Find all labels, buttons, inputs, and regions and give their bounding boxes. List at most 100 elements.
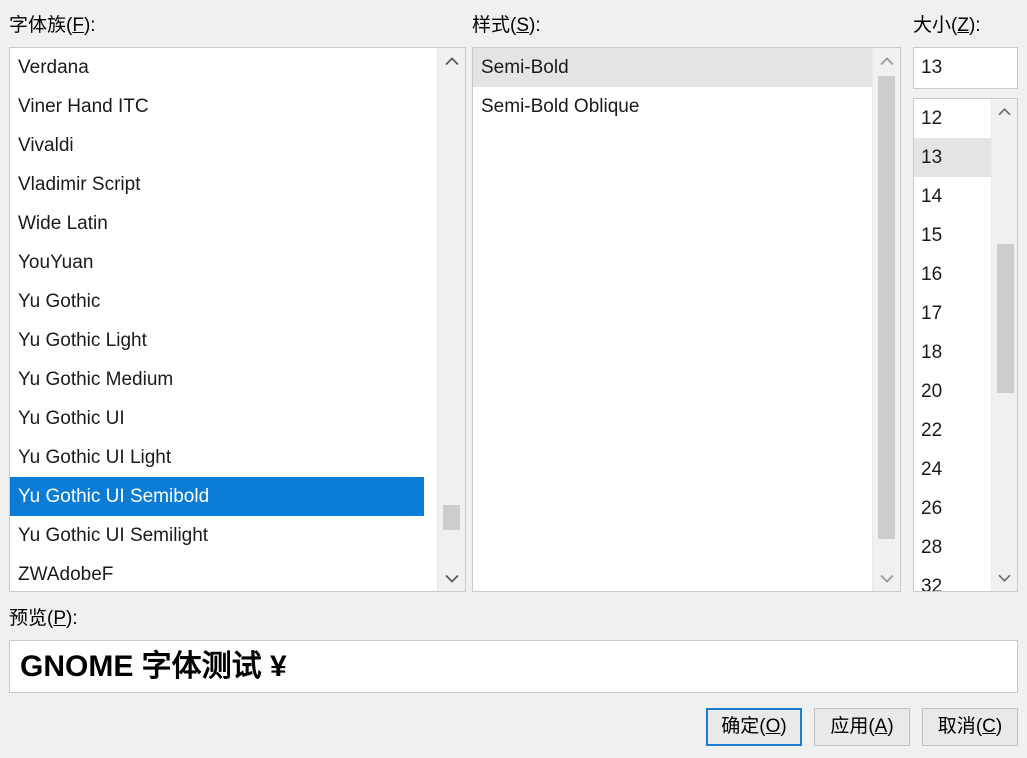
- list-item[interactable]: Vladimir Script: [10, 165, 437, 204]
- list-item[interactable]: Semi-Bold Oblique: [473, 87, 872, 126]
- apply-button[interactable]: 应用(A): [814, 708, 910, 746]
- font-size-scrollbar[interactable]: [991, 99, 1017, 591]
- list-item-label: 18: [921, 342, 943, 363]
- list-item-label: YouYuan: [18, 252, 94, 273]
- font-size-scrollbar-thumb[interactable]: [997, 243, 1014, 394]
- list-item[interactable]: 15: [914, 216, 991, 255]
- list-item-label: 28: [921, 537, 943, 558]
- font-style-scrollbar-thumb[interactable]: [878, 76, 895, 539]
- list-item-label: Vivaldi: [18, 135, 74, 156]
- chevron-down-icon[interactable]: [873, 565, 900, 591]
- mnemonic-letter: S: [516, 15, 530, 36]
- list-item[interactable]: Yu Gothic UI Semilight: [10, 516, 437, 555]
- font-size-list[interactable]: 12 13 14 15 16 17 18 20 22 24 26 28 32: [913, 98, 1018, 592]
- list-item[interactable]: Yu Gothic Light: [10, 321, 437, 360]
- list-item[interactable]: 18: [914, 333, 991, 372]
- list-item-label: Vladimir Script: [18, 174, 141, 195]
- list-item[interactable]: 22: [914, 411, 991, 450]
- list-item-label: 22: [921, 420, 943, 441]
- list-item-label: Wide Latin: [18, 213, 108, 234]
- list-item[interactable]: Semi-Bold: [473, 48, 872, 87]
- list-item-label: Yu Gothic UI: [18, 408, 125, 429]
- list-item[interactable]: YouYuan: [10, 243, 437, 282]
- list-item-label: Yu Gothic: [18, 291, 101, 312]
- list-item[interactable]: 28: [914, 528, 991, 567]
- list-item[interactable]: 16: [914, 255, 991, 294]
- list-item-label: Semi-Bold Oblique: [481, 96, 640, 117]
- list-item-label: 24: [921, 459, 943, 480]
- list-item[interactable]: 13: [914, 138, 991, 177]
- font-size-input[interactable]: [913, 47, 1018, 89]
- chevron-down-icon[interactable]: [438, 565, 465, 591]
- mnemonic-letter: F: [72, 15, 84, 36]
- list-item[interactable]: Yu Gothic UI Light: [10, 438, 437, 477]
- list-item-label: 17: [921, 303, 943, 324]
- mnemonic-letter: C: [982, 716, 996, 737]
- list-item[interactable]: 14: [914, 177, 991, 216]
- mnemonic-letter: A: [874, 716, 888, 737]
- list-item-label: 16: [921, 264, 943, 285]
- label-text: 大小: [913, 15, 952, 36]
- list-item-label: 20: [921, 381, 943, 402]
- font-style-list[interactable]: Semi-Bold Semi-Bold Oblique: [472, 47, 901, 592]
- chevron-up-icon[interactable]: [438, 48, 465, 74]
- list-item[interactable]: Wide Latin: [10, 204, 437, 243]
- chevron-up-icon[interactable]: [873, 48, 900, 74]
- list-item-label: ZWAdobeF: [18, 564, 114, 585]
- font-family-scrollbar-thumb[interactable]: [443, 505, 460, 530]
- font-family-list[interactable]: Verdana Viner Hand ITC Vivaldi Vladimir Scr…: [9, 47, 466, 592]
- list-item[interactable]: Yu Gothic Medium: [10, 360, 437, 399]
- list-item-label: Semi-Bold: [481, 57, 569, 78]
- button-label: 取消: [937, 716, 976, 737]
- list-item[interactable]: 12: [914, 99, 991, 138]
- list-item-label: 12: [921, 108, 943, 129]
- mnemonic-letter: O: [765, 716, 781, 737]
- font-style-list-viewport[interactable]: Semi-Bold Semi-Bold Oblique: [473, 48, 872, 591]
- mnemonic-letter: Z: [957, 15, 969, 36]
- button-label: 应用: [830, 716, 869, 737]
- list-item[interactable]: 17: [914, 294, 991, 333]
- list-item-label: Yu Gothic UI Semilight: [18, 525, 209, 546]
- list-item[interactable]: Viner Hand ITC: [10, 87, 437, 126]
- label-text: 样式: [472, 15, 511, 36]
- list-item-label: 26: [921, 498, 943, 519]
- font-family-label: 字体族(F):: [9, 15, 96, 36]
- list-item-label: 32: [921, 576, 943, 591]
- dialog-button-row: 确定(O) 应用(A) 取消(C): [706, 708, 1018, 746]
- list-item[interactable]: Yu Gothic UI: [10, 399, 437, 438]
- preview-box[interactable]: GNOME 字体测试 ¥: [9, 640, 1018, 693]
- list-item[interactable]: Vivaldi: [10, 126, 437, 165]
- list-item[interactable]: ZWAdobeF: [10, 555, 437, 591]
- font-style-scrollbar[interactable]: [872, 48, 900, 591]
- list-item[interactable]: Verdana: [10, 48, 437, 87]
- label-text: 字体族: [9, 15, 67, 36]
- list-item-label: Viner Hand ITC: [18, 96, 149, 117]
- preview-text: GNOME 字体测试 ¥: [20, 649, 287, 683]
- font-family-list-viewport[interactable]: Verdana Viner Hand ITC Vivaldi Vladimir Scr…: [10, 48, 437, 591]
- font-size-label: 大小(Z):: [913, 15, 981, 36]
- list-item[interactable]: 32: [914, 567, 991, 591]
- list-item-label: 14: [921, 186, 943, 207]
- list-item[interactable]: 24: [914, 450, 991, 489]
- list-item-label: Yu Gothic Light: [18, 330, 147, 351]
- font-size-list-viewport[interactable]: 12 13 14 15 16 17 18 20 22 24 26 28 32: [914, 99, 991, 591]
- label-text: 预览: [9, 608, 48, 629]
- list-item-label: Yu Gothic UI Semibold: [18, 486, 210, 507]
- chevron-up-icon[interactable]: [992, 99, 1017, 125]
- list-item[interactable]: Yu Gothic UI Semibold: [10, 477, 424, 516]
- list-item-label: Yu Gothic Medium: [18, 369, 174, 390]
- chevron-down-icon[interactable]: [992, 565, 1017, 591]
- list-item[interactable]: Yu Gothic: [10, 282, 437, 321]
- cancel-button[interactable]: 取消(C): [922, 708, 1018, 746]
- mnemonic-letter: P: [53, 608, 67, 629]
- font-family-scrollbar[interactable]: [437, 48, 465, 591]
- font-chooser-dialog: 字体族(F): Verdana Viner Hand ITC Vivaldi Vlad…: [0, 0, 1027, 758]
- list-item[interactable]: 20: [914, 372, 991, 411]
- list-item-label: Verdana: [18, 57, 89, 78]
- preview-label: 预览(P):: [9, 608, 78, 629]
- list-item-label: 13: [921, 147, 943, 168]
- list-item-label: 15: [921, 225, 943, 246]
- ok-button[interactable]: 确定(O): [706, 708, 802, 746]
- list-item[interactable]: 26: [914, 489, 991, 528]
- font-style-label: 样式(S):: [472, 15, 541, 36]
